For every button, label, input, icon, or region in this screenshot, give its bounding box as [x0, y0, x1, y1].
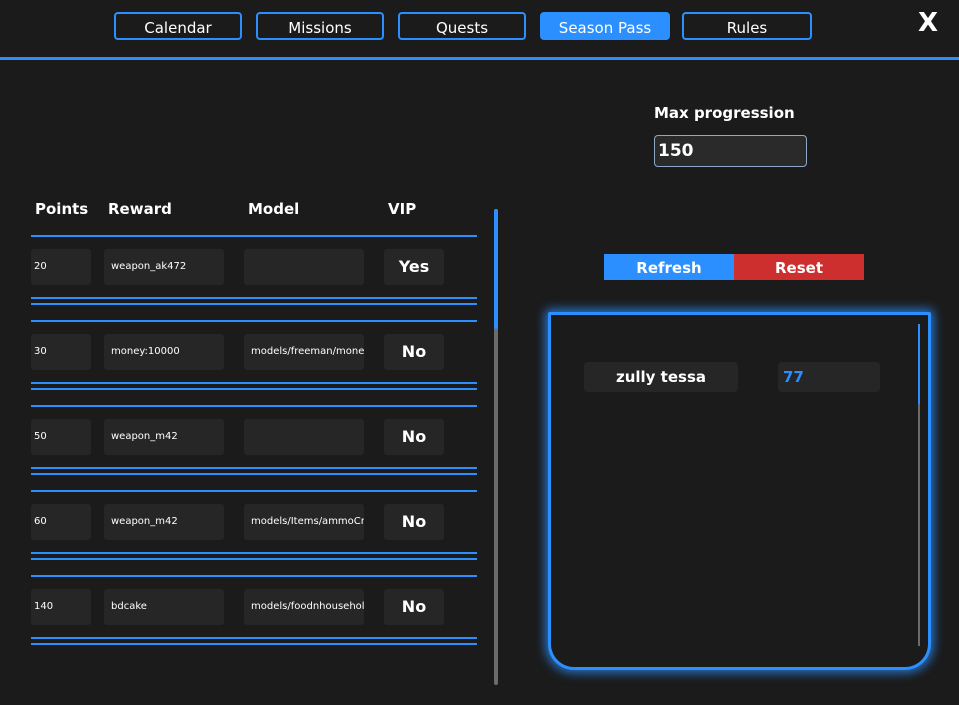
row-divider	[31, 643, 477, 645]
vip-toggle[interactable]: No	[384, 419, 444, 455]
tab-calendar[interactable]: Calendar	[114, 12, 242, 40]
tab-bar: Calendar Missions Quests Season Pass Rul…	[0, 0, 959, 58]
player-progress-panel: zully tessa 77	[548, 312, 931, 670]
reward-cell[interactable]: weapon_m42	[104, 419, 224, 455]
points-cell[interactable]: 60	[31, 504, 91, 540]
model-cell[interactable]: models/foodnhouseholo	[244, 589, 364, 625]
reward-cell[interactable]: bdcake	[104, 589, 224, 625]
tab-missions[interactable]: Missions	[256, 12, 384, 40]
vip-toggle[interactable]: No	[384, 504, 444, 540]
model-cell[interactable]: models/freeman/money	[244, 334, 364, 370]
player-name: zully tessa	[584, 362, 738, 392]
reset-button[interactable]: Reset	[734, 254, 864, 280]
model-cell[interactable]	[244, 249, 364, 285]
header-divider	[0, 57, 959, 60]
max-progression-input[interactable]	[654, 135, 807, 167]
row-divider	[31, 558, 477, 560]
row-divider	[31, 473, 477, 475]
refresh-button[interactable]: Refresh	[604, 254, 734, 280]
model-cell[interactable]: models/Items/ammoCra	[244, 504, 364, 540]
row-divider	[31, 637, 477, 639]
close-icon[interactable]: X	[917, 8, 939, 38]
vip-toggle[interactable]: No	[384, 334, 444, 370]
column-header-vip: VIP	[388, 200, 417, 218]
table-row: 140 bdcake models/foodnhouseholo No	[31, 575, 477, 660]
tab-season-pass[interactable]: Season Pass	[540, 12, 670, 40]
row-divider	[31, 297, 477, 299]
table-row: 30 money:10000 models/freeman/money No	[31, 320, 477, 407]
season-pass-window: Calendar Missions Quests Season Pass Rul…	[0, 0, 959, 705]
row-divider	[31, 388, 477, 390]
table-row: 50 weapon_m42 No	[31, 405, 477, 492]
max-progression-label: Max progression	[654, 104, 795, 122]
vip-toggle[interactable]: Yes	[384, 249, 444, 285]
reward-cell[interactable]: weapon_ak472	[104, 249, 224, 285]
tab-quests[interactable]: Quests	[398, 12, 526, 40]
row-divider	[31, 552, 477, 554]
table-row: 60 weapon_m42 models/Items/ammoCra No	[31, 490, 477, 577]
reward-cell[interactable]: weapon_m42	[104, 504, 224, 540]
model-cell[interactable]	[244, 419, 364, 455]
row-divider	[31, 382, 477, 384]
column-header-reward: Reward	[108, 200, 172, 218]
panel-scrollbar-thumb[interactable]	[918, 324, 920, 404]
row-divider	[31, 303, 477, 305]
tab-rules[interactable]: Rules	[682, 12, 812, 40]
player-points: 77	[778, 362, 880, 392]
points-cell[interactable]: 30	[31, 334, 91, 370]
table-scrollbar-thumb[interactable]	[494, 209, 498, 329]
points-cell[interactable]: 20	[31, 249, 91, 285]
points-cell[interactable]: 140	[31, 589, 91, 625]
points-cell[interactable]: 50	[31, 419, 91, 455]
column-header-points: Points	[35, 200, 89, 218]
vip-toggle[interactable]: No	[384, 589, 444, 625]
table-row: 20 weapon_ak472 Yes	[31, 235, 477, 322]
reward-cell[interactable]: money:10000	[104, 334, 224, 370]
column-header-model: Model	[248, 200, 300, 218]
row-divider	[31, 467, 477, 469]
